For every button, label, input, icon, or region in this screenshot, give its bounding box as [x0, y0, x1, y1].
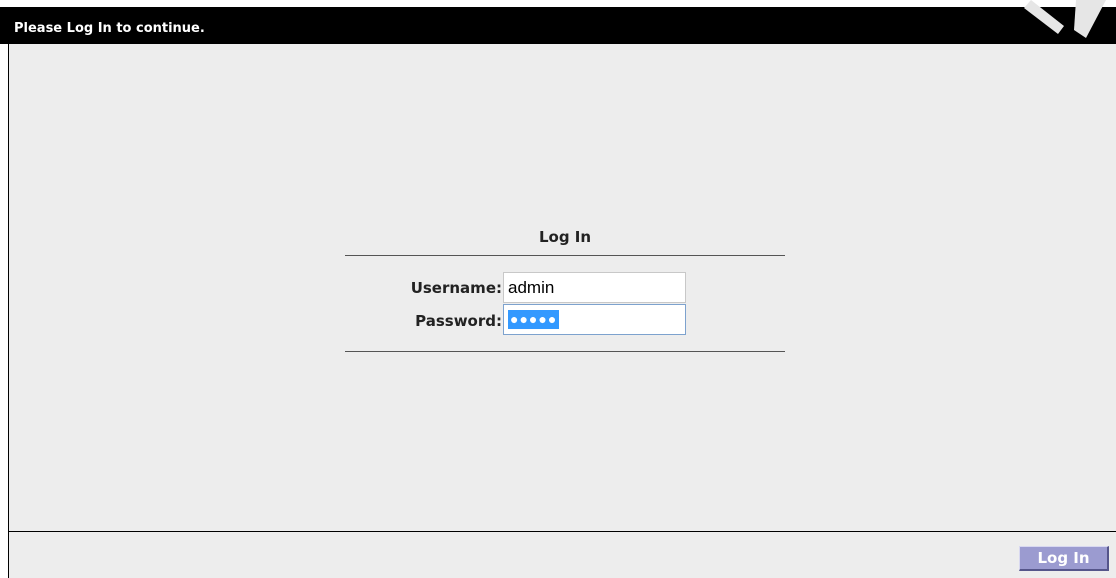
top-divider [345, 255, 785, 256]
bottom-divider [345, 351, 785, 352]
login-panel: Log In Username: Password: ●●●●● [345, 222, 785, 354]
password-masked-value: ●●●●● [508, 310, 560, 329]
password-input[interactable]: ●●●●● [503, 304, 686, 335]
username-input[interactable] [503, 272, 686, 303]
password-label: Password: [415, 312, 502, 330]
login-heading: Log In [538, 228, 592, 246]
username-label: Username: [410, 279, 502, 297]
title-message: Please Log In to continue. [14, 21, 205, 36]
title-bar: Please Log In to continue. [0, 7, 1116, 44]
footer-divider [8, 531, 1116, 532]
login-button[interactable]: Log In [1019, 546, 1109, 571]
